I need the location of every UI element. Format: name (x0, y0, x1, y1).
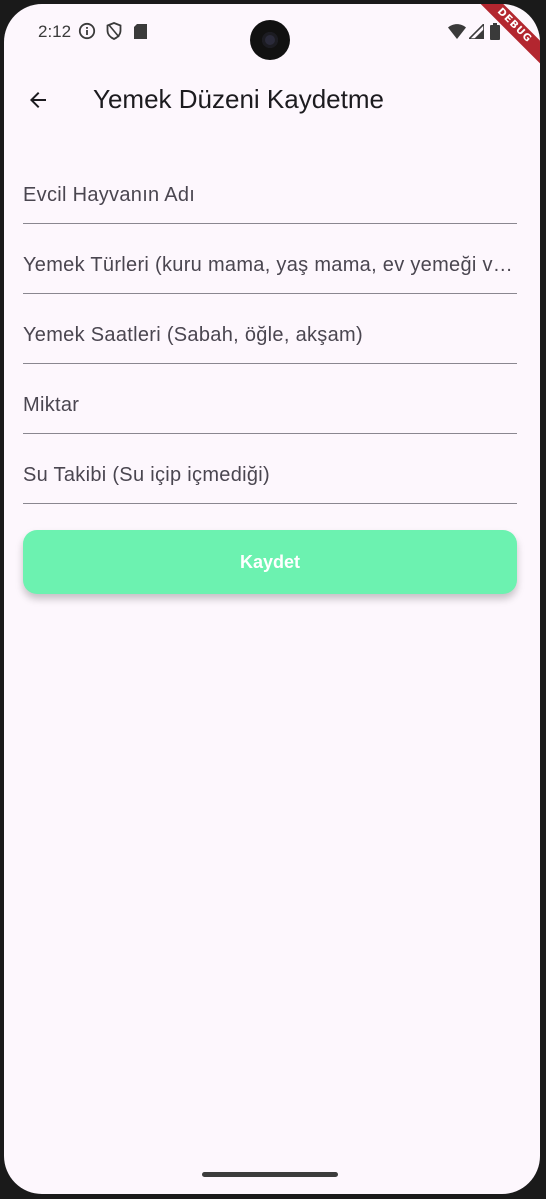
save-button[interactable]: Kaydet (23, 530, 517, 594)
amount-input[interactable] (23, 385, 517, 425)
meal-times-input[interactable] (23, 315, 517, 355)
wifi-icon (448, 24, 466, 44)
app-screen: 2:12 DEBUG Yemek Düzeni Kaydetme Evcil H… (4, 4, 540, 1194)
amount-field (23, 364, 517, 434)
signal-icon (467, 22, 485, 44)
sd-card-icon (134, 24, 147, 44)
pet-name-input[interactable] (23, 175, 517, 215)
home-indicator[interactable] (202, 1172, 338, 1177)
food-types-input[interactable] (23, 245, 517, 285)
pet-name-field (23, 154, 517, 224)
page-title: Yemek Düzeni Kaydetme (93, 84, 384, 114)
water-tracking-input[interactable] (23, 455, 517, 495)
info-icon (78, 22, 96, 45)
food-types-field (23, 224, 517, 294)
front-camera (250, 20, 290, 60)
meal-form (23, 154, 517, 504)
status-bar: 2:12 DEBUG (4, 4, 540, 75)
device-frame: 2:12 DEBUG Yemek Düzeni Kaydetme Evcil H… (0, 0, 546, 1199)
app-bar: Yemek Düzeni Kaydetme (4, 68, 540, 132)
back-button[interactable] (18, 82, 58, 122)
water-tracking-field (23, 434, 517, 504)
status-time: 2:12 (38, 22, 72, 41)
meal-times-field (23, 294, 517, 364)
battery-icon (490, 23, 500, 45)
shield-icon (106, 22, 122, 45)
arrow-back-icon (26, 88, 50, 117)
